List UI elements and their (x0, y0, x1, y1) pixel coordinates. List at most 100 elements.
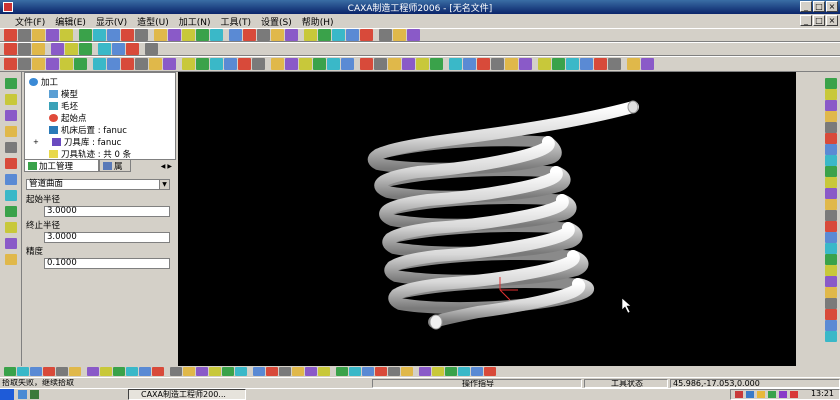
toolbar-button[interactable] (349, 367, 361, 376)
toolbar-button[interactable] (65, 43, 78, 55)
tool-button[interactable] (825, 254, 837, 265)
tree-item-blank[interactable]: 毛坯 (49, 100, 78, 112)
toolbar-button[interactable] (360, 29, 373, 41)
toolbar-button[interactable] (285, 58, 298, 70)
toolbar-button[interactable] (18, 29, 31, 41)
surface-type-select[interactable]: 管道曲面 ▼ (26, 179, 170, 190)
toolbar-button[interactable] (484, 367, 496, 376)
toolbar-button[interactable] (519, 58, 532, 70)
tool-button[interactable] (825, 78, 837, 89)
toolbar-button[interactable] (538, 58, 551, 70)
end-radius-input[interactable]: 3.0000 (44, 232, 170, 243)
toolbar-button[interactable] (74, 58, 87, 70)
toolbar-button[interactable] (107, 58, 120, 70)
toolbar-button[interactable] (183, 367, 195, 376)
toolbar-button[interactable] (416, 58, 429, 70)
toolbar-button[interactable] (374, 58, 387, 70)
toolbar-button[interactable] (4, 58, 17, 70)
tree-root[interactable]: 加工 (29, 76, 58, 88)
start-button[interactable] (0, 389, 14, 400)
tool-button[interactable] (825, 210, 837, 221)
toolbar-button[interactable] (43, 367, 55, 376)
menu-modeling[interactable]: 造型(U) (132, 15, 174, 28)
tree-item-start-point[interactable]: 起始点 (49, 112, 87, 124)
scroll-left-icon[interactable]: ◀ (161, 163, 166, 170)
doc-minimize-button[interactable]: _ (800, 15, 812, 26)
toolbar-button[interactable] (341, 58, 354, 70)
toolbar-button[interactable] (222, 367, 234, 376)
toolbar-button[interactable] (149, 58, 162, 70)
close-button[interactable]: × (826, 1, 838, 12)
menu-file[interactable]: 文件(F) (10, 15, 50, 28)
toolbar-button[interactable] (253, 367, 265, 376)
toolbar-button[interactable] (491, 58, 504, 70)
start-radius-input[interactable]: 3.0000 (44, 206, 170, 217)
toolbar-button[interactable] (182, 58, 195, 70)
tool-button[interactable] (825, 287, 837, 298)
toolbar-button[interactable] (401, 367, 413, 376)
tool-button[interactable] (825, 221, 837, 232)
toolbar-button[interactable] (238, 58, 251, 70)
toolbar-button[interactable] (445, 367, 457, 376)
toolbar-button[interactable] (135, 58, 148, 70)
toolbar-button[interactable] (257, 29, 270, 41)
tool-button[interactable] (825, 155, 837, 166)
tool-button[interactable] (825, 133, 837, 144)
toolbar-button[interactable] (362, 367, 374, 376)
toolbar-button[interactable] (235, 367, 247, 376)
toolbar-button[interactable] (60, 58, 73, 70)
toolbar-button[interactable] (56, 367, 68, 376)
toolbar-button[interactable] (4, 29, 17, 41)
toolbar-button[interactable] (4, 43, 17, 55)
toolbar-button[interactable] (252, 58, 265, 70)
toolbar-button[interactable] (168, 29, 181, 41)
toolbar-button[interactable] (139, 367, 151, 376)
toolbar-button[interactable] (182, 29, 195, 41)
tree-item-toolpaths[interactable]: 刀具轨迹 : 共 0 条 (49, 148, 131, 160)
toolbar-button[interactable] (594, 58, 607, 70)
toolbar-button[interactable] (79, 43, 92, 55)
tool-button[interactable] (825, 122, 837, 133)
toolbar-button[interactable] (432, 367, 444, 376)
tab-machining[interactable]: 加工管理 (24, 160, 99, 172)
toolbar-button[interactable] (209, 367, 221, 376)
toolbar-button[interactable] (196, 29, 209, 41)
tree-item-model[interactable]: 模型 (49, 88, 78, 100)
tool-button[interactable] (825, 188, 837, 199)
toolbar-button[interactable] (145, 43, 158, 55)
toolbar-button[interactable] (126, 43, 139, 55)
toolbar-button[interactable] (327, 58, 340, 70)
tool-button[interactable] (5, 190, 17, 201)
tool-button[interactable] (5, 78, 17, 89)
toolbar-button[interactable] (271, 29, 284, 41)
tree-item-tool-library[interactable]: + 刀具库 : fanuc (33, 136, 121, 148)
toolbar-button[interactable] (210, 29, 223, 41)
scroll-right-icon[interactable]: ▶ (167, 163, 172, 170)
toolbar-button[interactable] (271, 58, 284, 70)
menu-machining[interactable]: 加工(N) (174, 15, 216, 28)
toolbar-button[interactable] (98, 43, 111, 55)
doc-close-button[interactable]: × (826, 15, 838, 26)
minimize-button[interactable]: _ (800, 1, 812, 12)
toolbar-button[interactable] (332, 29, 345, 41)
tab-attributes[interactable]: 属 (99, 160, 131, 172)
tray-icon[interactable] (757, 391, 765, 398)
toolbar-button[interactable] (243, 29, 256, 41)
tray-icon[interactable] (746, 391, 754, 398)
graphics-viewport[interactable] (178, 72, 796, 366)
toolbar-button[interactable] (100, 367, 112, 376)
toolbar-button[interactable] (318, 29, 331, 41)
toolbar-button[interactable] (375, 367, 387, 376)
toolbar-button[interactable] (30, 367, 42, 376)
toolbar-button[interactable] (336, 367, 348, 376)
toolbar-button[interactable] (170, 367, 182, 376)
toolbar-button[interactable] (393, 29, 406, 41)
tool-button[interactable] (5, 206, 17, 217)
tool-button[interactable] (5, 94, 17, 105)
menu-tools[interactable]: 工具(T) (216, 15, 257, 28)
toolbar-button[interactable] (430, 58, 443, 70)
toolbar-button[interactable] (305, 367, 317, 376)
toolbar-button[interactable] (4, 367, 16, 376)
tray-icon[interactable] (768, 391, 776, 398)
tool-button[interactable] (5, 126, 17, 137)
